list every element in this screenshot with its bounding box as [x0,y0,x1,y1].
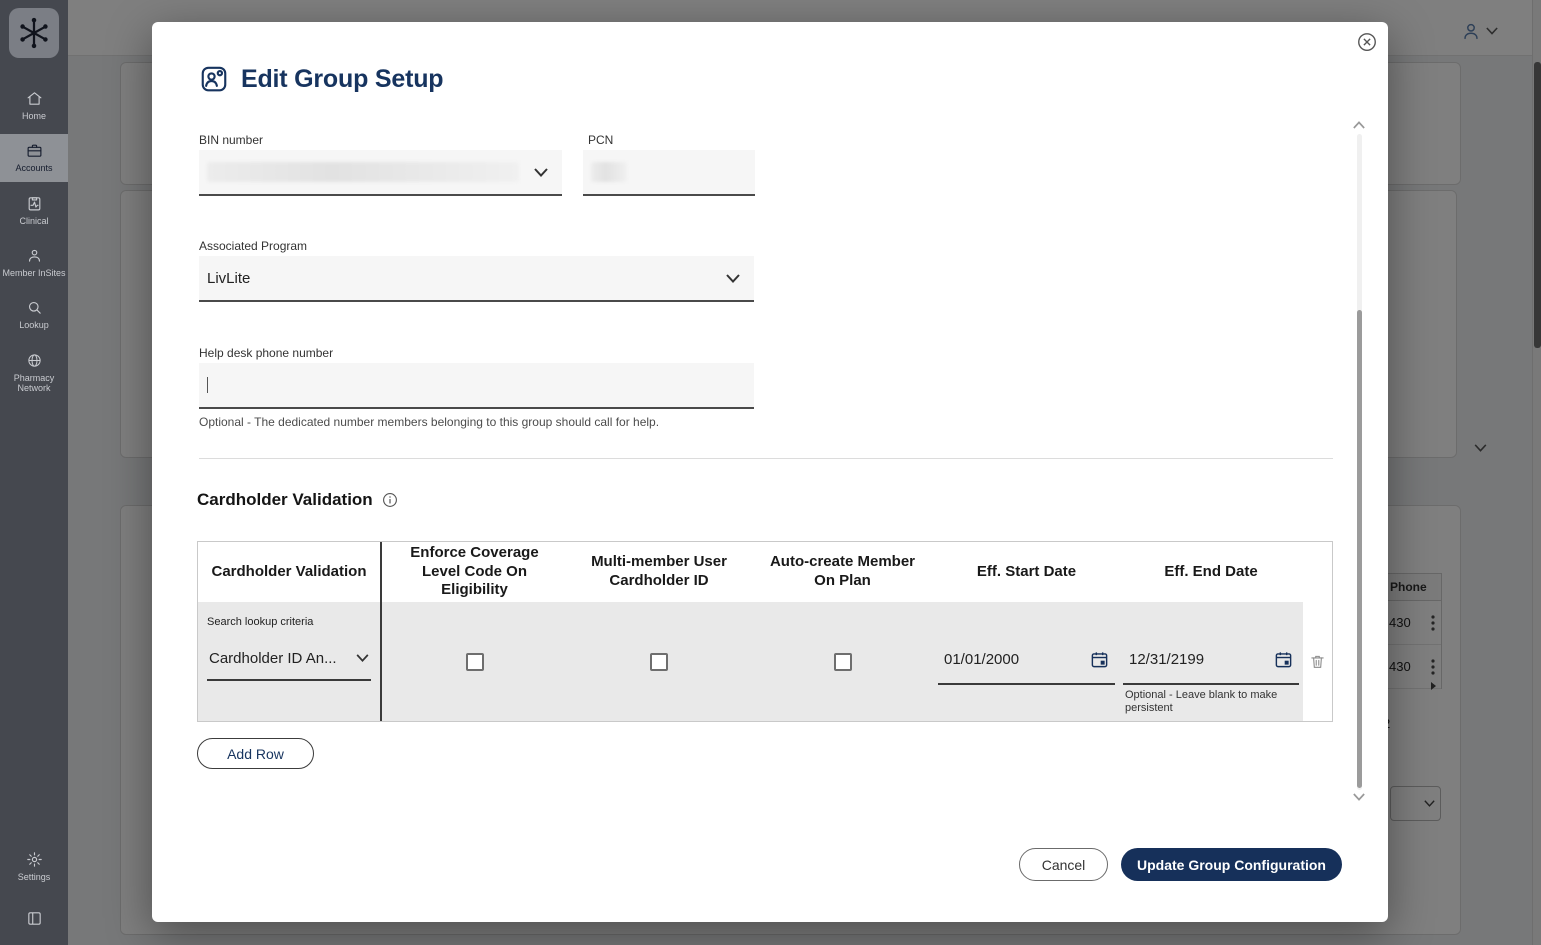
column-header: Eff. Start Date [934,542,1119,602]
collapse-sidebar-icon [26,910,43,927]
helpdesk-phone-input[interactable] [199,363,754,409]
cancel-button[interactable]: Cancel [1019,848,1108,881]
redacted-value [207,162,519,182]
modal-title-row: Edit Group Setup [199,64,443,94]
column-header: Cardholder Validation [198,542,382,602]
lookup-criteria-value: Cardholder ID An... [209,650,337,667]
associated-program-value: LivLite [207,270,250,287]
eff-start-date-value: 01/01/2000 [944,651,1019,668]
sidebar-item-label: Accounts [15,163,52,173]
chevron-down-icon [726,274,740,283]
helpdesk-helper-text: Optional - The dedicated number members … [199,415,659,429]
modal-scrollbar-thumb[interactable] [1357,310,1362,788]
sidebar-item-home[interactable]: Home [0,82,68,129]
sidebar-bottom: Settings [0,843,68,945]
settings-icon [26,851,43,868]
enforce-coverage-cell [382,602,567,721]
lookup-criteria-label: Search lookup criteria [207,616,380,628]
sidebar-item-settings[interactable]: Settings [16,843,53,890]
text-cursor [207,377,208,393]
accounts-icon [26,142,43,159]
section-title: Cardholder Validation [197,490,373,510]
multi-member-cell [567,602,751,721]
pharmacy-network-icon [26,352,43,369]
page-title: Edit Group Setup [241,65,443,94]
close-icon [1356,31,1378,53]
sidebar-item-label: Settings [18,872,51,882]
sidebar-item-label: Pharmacy Network [2,373,66,394]
associated-program-select[interactable]: LivLite [199,256,754,302]
sidebar-item-accounts[interactable]: Accounts [0,134,68,181]
network-logo-icon [16,15,52,51]
calendar-icon[interactable] [1090,650,1109,669]
edit-group-setup-modal: Edit Group Setup BIN number PCN Associat… [152,22,1388,922]
sidebar-item-label: Member InSites [2,268,65,278]
app-logo [9,8,59,58]
eff-end-date-cell: 12/31/2199 Optional - Leave blank to mak… [1119,602,1303,721]
section-divider [199,458,1333,459]
sidebar: Home Accounts Clinical Member InSites Lo… [0,0,68,945]
pcn-label: PCN [588,133,613,147]
sidebar-collapse[interactable] [24,902,45,935]
scroll-down-icon[interactable] [1353,793,1365,801]
trash-icon[interactable] [1309,652,1326,671]
auto-create-checkbox[interactable] [834,653,852,671]
row-actions-cell [1303,602,1332,721]
enforce-coverage-checkbox[interactable] [466,653,484,671]
column-header: Auto-create Member On Plan [751,542,934,602]
helpdesk-phone-label: Help desk phone number [199,346,333,360]
redacted-value [591,162,627,182]
close-button[interactable] [1356,31,1378,53]
sidebar-item-member-insites[interactable]: Member InSites [0,239,68,286]
bin-number-label: BIN number [199,133,263,147]
sidebar-item-label: Home [22,111,46,121]
bin-number-select[interactable] [199,150,562,196]
column-header: Multi-member User Cardholder ID [567,542,751,602]
chevron-down-icon [534,168,548,177]
column-header-actions [1303,542,1332,602]
eff-start-date-input[interactable]: 01/01/2000 [938,636,1115,685]
update-group-configuration-button[interactable]: Update Group Configuration [1121,848,1342,881]
eff-end-date-value: 12/31/2199 [1129,651,1204,668]
lookup-criteria-cell: Search lookup criteria Cardholder ID An.… [198,602,382,721]
multi-member-checkbox[interactable] [650,653,668,671]
info-icon[interactable] [382,492,398,508]
clinical-icon [26,195,43,212]
sidebar-item-label: Clinical [19,216,48,226]
eff-start-date-cell: 01/01/2000 [934,602,1119,721]
sidebar-item-label: Lookup [19,320,49,330]
column-header: Eff. End Date [1119,542,1303,602]
sidebar-item-clinical[interactable]: Clinical [0,187,68,234]
associated-program-label: Associated Program [199,239,307,253]
group-setup-icon [199,64,229,94]
sidebar-item-pharmacy-network[interactable]: Pharmacy Network [0,344,68,402]
member-insites-icon [26,247,43,264]
auto-create-cell [751,602,934,721]
add-row-button[interactable]: Add Row [197,738,314,769]
home-icon [26,90,43,107]
lookup-icon [26,299,43,316]
calendar-icon[interactable] [1274,650,1293,669]
sidebar-item-lookup[interactable]: Lookup [0,291,68,338]
cardholder-validation-heading: Cardholder Validation [197,490,398,510]
sidebar-nav: Home Accounts Clinical Member InSites Lo… [0,82,68,401]
scroll-up-icon[interactable] [1353,121,1365,129]
chevron-down-icon [356,654,369,662]
lookup-criteria-select[interactable]: Cardholder ID An... [207,637,371,681]
column-header: Enforce Coverage Level Code On Eligibili… [382,542,567,602]
eff-end-date-helper: Optional - Leave blank to make persisten… [1125,689,1297,715]
pcn-input[interactable] [583,150,755,196]
cardholder-validation-table: Cardholder Validation Enforce Coverage L… [197,541,1333,722]
eff-end-date-input[interactable]: 12/31/2199 [1123,636,1299,685]
